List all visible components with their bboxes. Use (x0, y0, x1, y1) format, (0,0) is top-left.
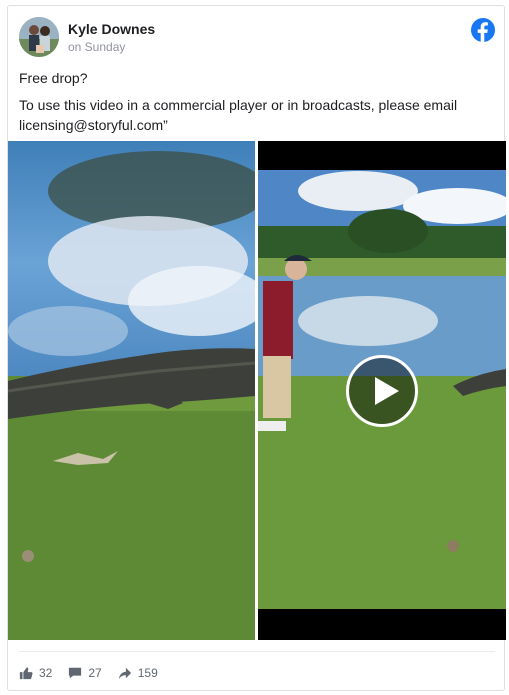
post-text: Free drop? To use this video in a commer… (19, 68, 489, 142)
post-header: Kyle Downes on Sunday (19, 17, 495, 59)
post-stats: 32 27 159 (19, 663, 174, 683)
comments-stat[interactable]: 27 (68, 666, 102, 680)
shares-count: 159 (137, 666, 158, 680)
post-media (8, 141, 506, 640)
post-text-line: To use this video in a commercial player… (19, 97, 458, 133)
embedded-post-card: Kyle Downes on Sunday Free drop? To use … (7, 5, 506, 691)
post-timestamp[interactable]: on Sunday (68, 40, 125, 54)
shares-stat[interactable]: 159 (118, 666, 158, 680)
comment-icon (69, 667, 82, 679)
comments-count: 27 (88, 666, 102, 680)
play-icon[interactable] (346, 355, 418, 427)
likes-count: 32 (39, 666, 53, 680)
alligator-photo[interactable] (8, 141, 255, 640)
likes-stat[interactable]: 32 (19, 666, 52, 680)
footer-divider (19, 651, 495, 652)
facebook-logo-icon[interactable] (471, 18, 495, 42)
post-text-line: Free drop? (19, 70, 88, 86)
avatar[interactable] (19, 17, 59, 57)
share-arrow-icon (118, 667, 131, 680)
thumbs-up-icon (19, 667, 33, 680)
author-name[interactable]: Kyle Downes (68, 21, 155, 37)
